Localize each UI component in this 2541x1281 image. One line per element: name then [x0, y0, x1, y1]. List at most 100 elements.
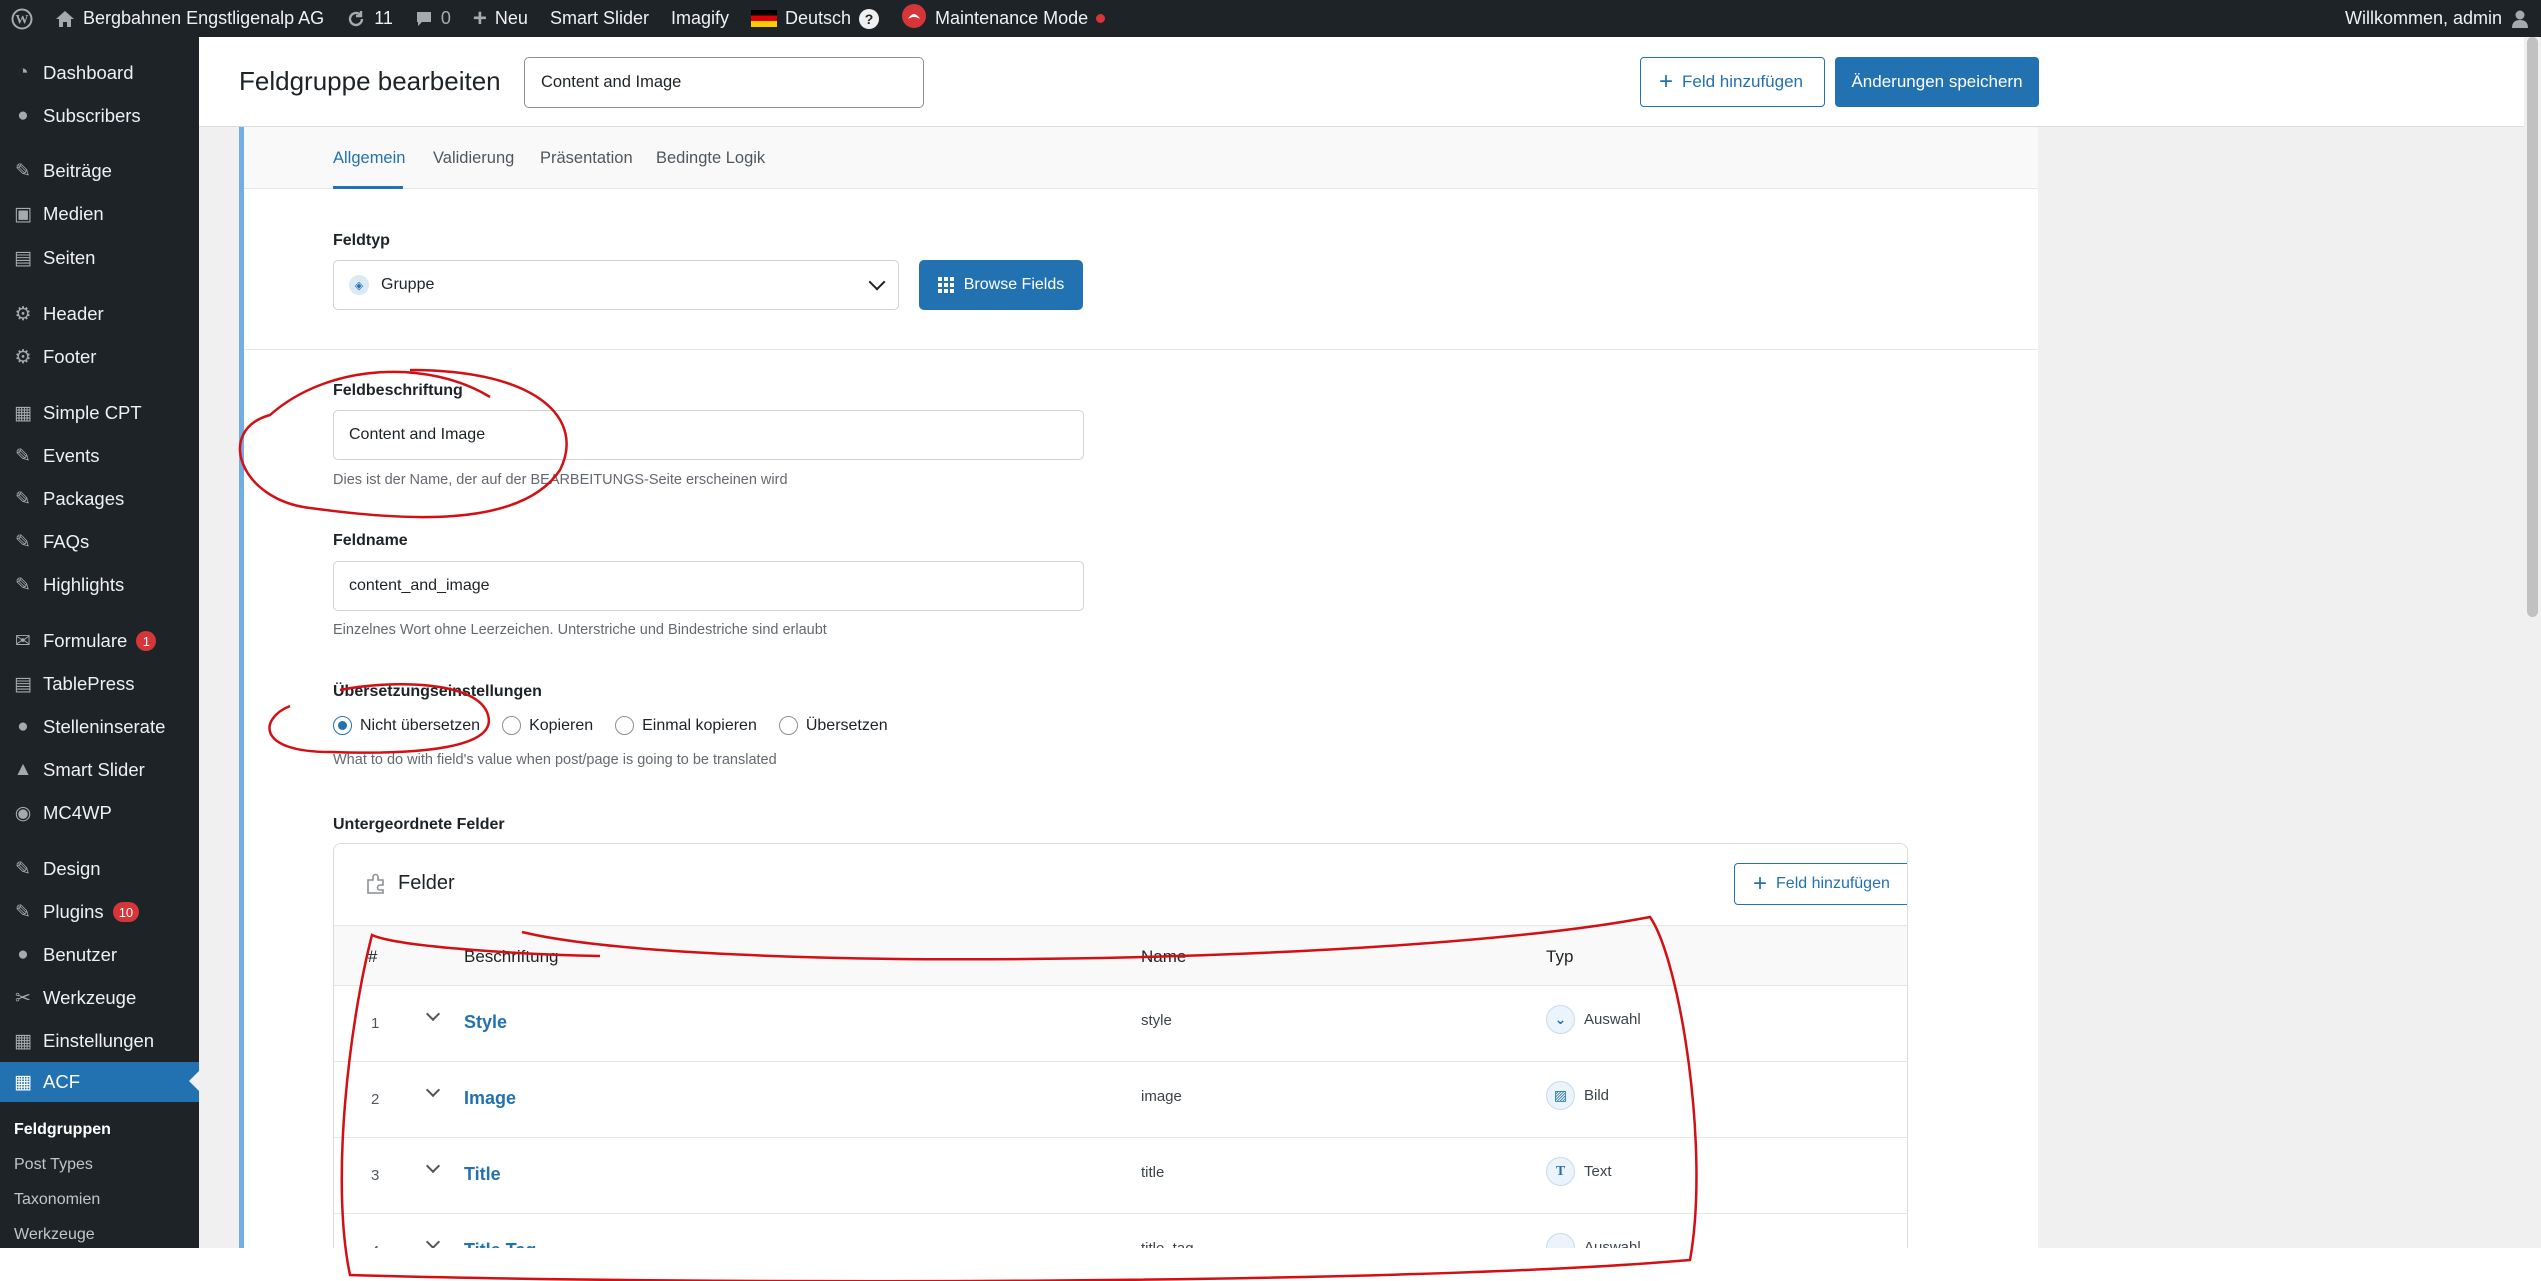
field-name-input[interactable]: content_and_image: [333, 561, 1084, 611]
smart-slider-label: Smart Slider: [549, 8, 649, 28]
select-icon: ⌄: [1546, 1005, 1575, 1034]
user-icon: ●: [17, 716, 29, 737]
field-name-description: Einzelnes Wort ohne Leerzeichen. Unterst…: [333, 622, 827, 638]
table-row[interactable]: 2 Image image ▨ Bild: [334, 1062, 1907, 1138]
chevron-down-icon[interactable]: [425, 1082, 441, 1098]
menu-tablepress[interactable]: ▤ TablePress: [0, 665, 199, 703]
row-number: 2: [371, 1091, 380, 1108]
submenu-taxonomien[interactable]: Taxonomien: [14, 1191, 100, 1209]
wrench-icon: ✂: [15, 987, 31, 1009]
add-sub-field-button[interactable]: + Feld hinzufügen: [1734, 863, 1907, 905]
scrollbar-thumb[interactable]: [2527, 37, 2538, 617]
image-icon: ▨: [1546, 1081, 1575, 1110]
menu-subscribers[interactable]: ● Subscribers: [0, 97, 199, 135]
chevron-down-icon[interactable]: [425, 1006, 441, 1022]
save-changes-button[interactable]: Änderungen speichern: [1835, 57, 2039, 107]
menu-faqs[interactable]: ✎ FAQs: [0, 523, 199, 561]
menu-medien[interactable]: ▣ Medien: [0, 195, 199, 233]
radio-unchecked-icon: [502, 716, 522, 735]
field-label-input[interactable]: Content and Image: [333, 410, 1084, 460]
svg-text:W: W: [16, 11, 29, 26]
my-account-link[interactable]: Willkommen, admin: [2334, 0, 2541, 37]
radio-kopieren[interactable]: Kopieren: [502, 716, 593, 735]
radio-einmal-kopieren[interactable]: Einmal kopieren: [615, 716, 757, 735]
menu-dashboard[interactable]: ◔ Dashboard: [0, 54, 199, 92]
wordpress-logo-button[interactable]: W: [0, 0, 44, 37]
table-row[interactable]: 1 Style style ⌄ Auswahl: [334, 986, 1907, 1062]
menu-label: Smart Slider: [43, 759, 145, 780]
menu-beitraege[interactable]: ✎ Beiträge: [0, 152, 199, 190]
site-name-link[interactable]: Bergbahnen Engstligenalp AG: [44, 0, 335, 37]
chevron-down-icon[interactable]: [425, 1234, 441, 1248]
language-switcher[interactable]: Deutsch ?: [740, 0, 890, 37]
active-tab-indicator: [333, 186, 403, 189]
menu-simple-cpt[interactable]: ▦ Simple CPT: [0, 394, 199, 432]
menu-formulare[interactable]: ✉ Formulare 1: [0, 622, 199, 660]
menu-label: Packages: [43, 488, 125, 509]
menu-label: Seiten: [43, 247, 96, 268]
menu-acf[interactable]: ▦ ACF: [0, 1062, 199, 1102]
tab-praesentation[interactable]: Präsentation: [540, 149, 633, 168]
menu-label: Footer: [43, 346, 97, 367]
chevron-down-icon[interactable]: [425, 1158, 441, 1174]
add-field-button[interactable]: + Feld hinzufügen: [1640, 57, 1825, 107]
table-row[interactable]: 3 Title title T Text: [334, 1138, 1907, 1214]
translation-settings-label: Übersetzungseinstellungen: [333, 683, 542, 700]
radio-unchecked-icon: [778, 716, 798, 735]
menu-footer[interactable]: ⚙ Footer: [0, 338, 199, 376]
menu-design[interactable]: ✎ Design: [0, 850, 199, 888]
comments-link[interactable]: 0: [404, 0, 462, 37]
menu-seiten[interactable]: ▤ Seiten: [0, 239, 199, 277]
radio-label: Nicht übersetzen: [360, 716, 481, 734]
updates-link[interactable]: 11: [335, 0, 404, 37]
row-label-link[interactable]: Image: [464, 1088, 516, 1109]
menu-stelleninserate[interactable]: ● Stelleninserate: [0, 708, 199, 746]
submenu-feldgruppen[interactable]: Feldgruppen: [14, 1121, 111, 1139]
tab-validierung[interactable]: Validierung: [433, 149, 514, 168]
field-group-title-input[interactable]: [524, 57, 924, 108]
sub-fields-container: Felder + Feld hinzufügen # Beschriftung …: [333, 843, 1908, 1248]
menu-benutzer[interactable]: ● Benutzer: [0, 936, 199, 974]
tab-allgemein[interactable]: Allgemein: [333, 149, 405, 168]
plugins-count-badge: 10: [112, 902, 140, 922]
menu-packages[interactable]: ✎ Packages: [0, 480, 199, 518]
admin-bar: W Bergbahnen Engstligenalp AG 11 0 + Neu…: [0, 0, 2541, 37]
submenu-post-types[interactable]: Post Types: [14, 1156, 93, 1174]
mc4wp-icon: ◉: [14, 802, 32, 824]
table-row[interactable]: 4 Title Tag title_tag ⌄Auswahl: [334, 1214, 1907, 1248]
radio-uebersetzen[interactable]: Übersetzen: [778, 716, 888, 735]
row-number: 3: [371, 1167, 380, 1184]
imagify-link[interactable]: Imagify: [660, 0, 740, 37]
field-type-select[interactable]: ◈ Gruppe: [333, 260, 899, 310]
puzzle-icon: [364, 872, 388, 901]
menu-mc4wp[interactable]: ◉ MC4WP: [0, 794, 199, 832]
row-label-link[interactable]: Style: [464, 1012, 507, 1033]
wordpress-icon: W: [11, 8, 33, 30]
browse-fields-button[interactable]: Browse Fields: [919, 260, 1083, 310]
menu-smart-slider[interactable]: ▲ Smart Slider: [0, 751, 199, 789]
maintenance-mode-link[interactable]: Maintenance Mode: [890, 0, 1116, 37]
language-label: Deutsch: [785, 8, 852, 28]
radio-nicht-uebersetzen[interactable]: Nicht übersetzen: [333, 716, 480, 735]
row-type-label: Text: [1584, 1163, 1612, 1180]
row-name: title: [1141, 1164, 1165, 1181]
updates-count: 11: [374, 8, 393, 28]
smart-slider-link[interactable]: Smart Slider: [539, 0, 660, 37]
tab-bedingte-logik[interactable]: Bedingte Logik: [656, 149, 765, 168]
row-name: style: [1141, 1012, 1172, 1029]
group-type-icon: ◈: [349, 275, 369, 295]
row-label-link[interactable]: Title Tag: [464, 1240, 536, 1248]
pin-icon: ✎: [15, 488, 31, 510]
submenu-werkzeuge[interactable]: Werkzeuge: [14, 1226, 95, 1244]
translation-radio-group: Nicht übersetzen Kopieren Einmal kopiere…: [333, 716, 910, 735]
menu-header[interactable]: ⚙ Header: [0, 295, 199, 333]
edit-header: Feldgruppe bearbeiten + Feld hinzufügen …: [199, 37, 2541, 127]
menu-werkzeuge[interactable]: ✂ Werkzeuge: [0, 979, 199, 1017]
menu-einstellungen[interactable]: ▦ Einstellungen: [0, 1022, 199, 1060]
menu-events[interactable]: ✎ Events: [0, 437, 199, 475]
menu-plugins[interactable]: ✎ Plugins 10: [0, 893, 199, 931]
sub-fields-title: Felder: [398, 872, 455, 894]
menu-highlights[interactable]: ✎ Highlights: [0, 566, 199, 604]
new-content-link[interactable]: + Neu: [462, 0, 539, 37]
row-label-link[interactable]: Title: [464, 1164, 501, 1185]
